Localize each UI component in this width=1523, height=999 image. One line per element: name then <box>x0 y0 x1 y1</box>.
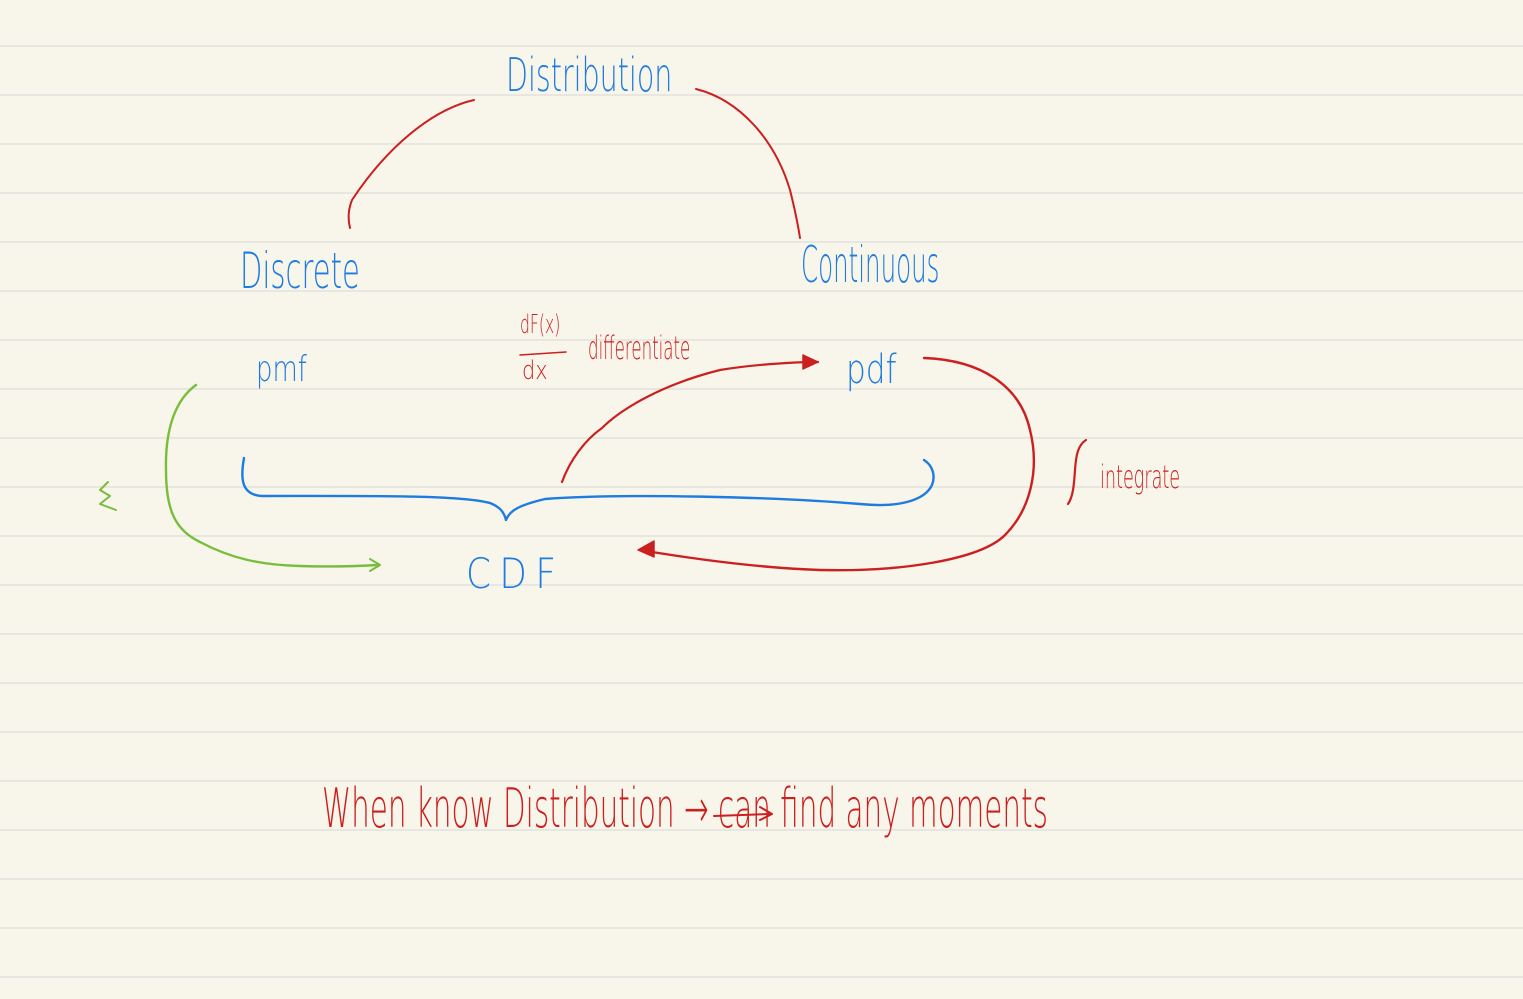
node-pmf: pmf <box>256 349 307 390</box>
node-cdf: CDF <box>466 549 565 598</box>
branch-distribution-to-discrete <box>347 99 475 229</box>
differentiate-arrow <box>560 360 820 484</box>
derivative-numerator: dF(x) <box>520 310 561 340</box>
differentiate-label: differentiate <box>588 329 691 367</box>
branch-distribution-to-continuous <box>695 88 801 239</box>
derivative-fraction-bar <box>519 351 567 356</box>
integrate-arrowhead <box>637 540 655 558</box>
node-discrete: Discrete <box>240 242 360 300</box>
sum-sign <box>99 481 117 511</box>
differentiate-arrowhead <box>802 354 819 370</box>
derivative-denominator: dx <box>522 356 548 386</box>
cdf-brace <box>241 456 935 522</box>
integrate-arrow <box>638 356 1036 572</box>
notebook-page <box>0 45 1523 978</box>
footer-note: When know Distribution → can find any mo… <box>322 777 1048 840</box>
node-continuous: Continuous <box>801 236 940 294</box>
node-distribution: Distribution <box>506 48 673 102</box>
integral-sign <box>1066 438 1088 506</box>
node-pdf: pdf <box>846 347 897 393</box>
sum-arrow <box>164 383 380 568</box>
integrate-label: integrate <box>1100 458 1181 496</box>
